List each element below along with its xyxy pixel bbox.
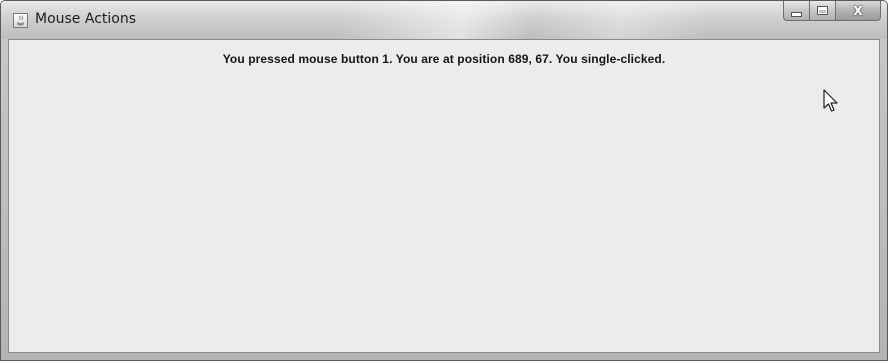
window-controls: X bbox=[783, 1, 881, 23]
title-bar[interactable]: Mouse Actions X bbox=[1, 1, 887, 39]
java-coffee-icon[interactable] bbox=[13, 13, 28, 28]
content-pane[interactable]: You pressed mouse button 1. You are at p… bbox=[8, 39, 880, 353]
mouse-pointer-icon bbox=[823, 89, 839, 118]
maximize-icon bbox=[817, 6, 828, 15]
minimize-icon bbox=[791, 11, 802, 17]
maximize-button[interactable] bbox=[810, 1, 836, 21]
close-button[interactable]: X bbox=[836, 1, 881, 21]
minimize-button[interactable] bbox=[783, 1, 810, 21]
window-title: Mouse Actions bbox=[35, 11, 137, 27]
mouse-actions-window: Mouse Actions X You pressed mouse button… bbox=[0, 0, 888, 361]
close-icon: X bbox=[853, 3, 863, 18]
status-message: You pressed mouse button 1. You are at p… bbox=[222, 52, 666, 66]
